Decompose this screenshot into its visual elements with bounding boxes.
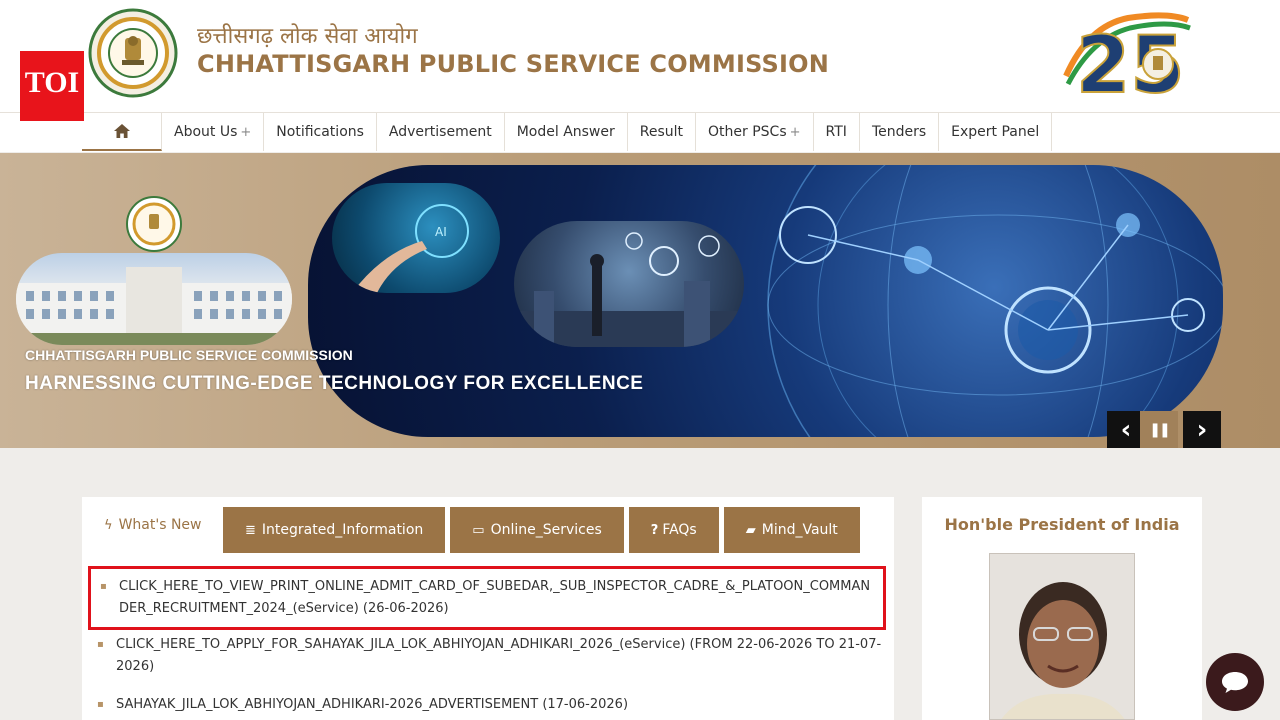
ai-hand-image: AI <box>332 183 500 293</box>
news-link[interactable]: SAHAYAK_JILA_LOK_ABHIYOJAN_ADHIKARI-2026… <box>116 697 628 712</box>
nav-label: Other PSCs <box>708 124 787 140</box>
tab-mind-vault[interactable]: ▰ Mind_Vault <box>723 507 860 553</box>
chevron-right-icon: › <box>1196 415 1208 445</box>
home-icon <box>113 124 130 138</box>
cgpsc-building-image <box>16 253 292 345</box>
nav-model-answer[interactable]: Model Answer <box>505 113 628 151</box>
banner-org-name: CHHATTISGARH PUBLIC SERVICE COMMISSION <box>25 347 353 363</box>
anniversary-25-logo: 25 <box>1058 6 1194 112</box>
nav-label: Result <box>639 124 684 140</box>
tab-label: What's New <box>118 517 202 533</box>
tab-whats-new[interactable]: ϟ What's New <box>82 497 218 553</box>
tab-label: FAQs <box>662 522 697 538</box>
bullet-icon: ▪ <box>100 581 107 592</box>
tab-online-services[interactable]: ▭ Online_Services <box>450 507 624 553</box>
nav-label: RTI <box>825 124 847 140</box>
news-link[interactable]: CLICK_HERE_TO_VIEW_PRINT_ONLINE_ADMIT_CA… <box>119 579 870 616</box>
nav-label: Notifications <box>276 124 364 140</box>
banner-tagline: HARNESSING CUTTING-EDGE TECHNOLOGY FOR E… <box>25 373 644 394</box>
toi-logo: TOI <box>20 51 84 121</box>
hindi-title: छत्तीसगढ़ लोक सेवा आयोग <box>197 24 418 49</box>
question-icon: ? <box>650 522 659 538</box>
nav-tenders[interactable]: Tenders <box>860 113 940 151</box>
database-icon: ≣ <box>245 522 256 538</box>
president-photo <box>989 553 1135 720</box>
main-nav: About Us + Notifications Advertisement Mo… <box>0 112 1280 152</box>
nav-expert-panel[interactable]: Expert Panel <box>939 113 1053 151</box>
tab-label: Mind_Vault <box>761 522 838 538</box>
english-title: CHHATTISGARH PUBLIC SERVICE COMMISSION <box>197 50 830 78</box>
news-item[interactable]: ▪ CLICK_HERE_TO_APPLY_FOR_SAHAYAK_JILA_L… <box>88 634 886 678</box>
chat-button[interactable] <box>1206 653 1264 711</box>
nav-label: Expert Panel <box>951 124 1040 140</box>
nav-label: Advertisement <box>388 124 492 140</box>
info-tabs: ϟ What's New ≣ Integrated_Information ▭ … <box>82 497 865 553</box>
nav-result[interactable]: Result <box>628 113 697 151</box>
tab-label: Online_Services <box>490 522 602 538</box>
nav-advertisement[interactable]: Advertisement <box>377 113 505 151</box>
bullet-icon: ▪ <box>97 699 104 710</box>
news-item-highlighted[interactable]: ▪ CLICK_HERE_TO_VIEW_PRINT_ONLINE_ADMIT_… <box>88 566 886 630</box>
news-item[interactable]: ▪ SAHAYAK_JILA_LOK_ABHIYOJAN_ADHIKARI-20… <box>88 694 886 716</box>
president-title: Hon'ble President of India <box>944 515 1180 534</box>
cgpsc-emblem-logo[interactable] <box>88 8 178 98</box>
president-panel: Hon'ble President of India <box>922 497 1202 720</box>
ai-label: AI <box>435 225 447 239</box>
nav-notifications[interactable]: Notifications <box>264 113 377 151</box>
nav-label: Model Answer <box>516 124 615 140</box>
banner-emblem-logo <box>125 196 183 252</box>
nav-label: Tenders <box>871 124 927 140</box>
city-person-image <box>514 221 744 347</box>
tab-integrated-information[interactable]: ≣ Integrated_Information <box>223 507 446 553</box>
book-icon: ▰ <box>745 522 756 538</box>
nav-home[interactable] <box>82 113 162 151</box>
news-link[interactable]: CLICK_HERE_TO_APPLY_FOR_SAHAYAK_JILA_LOK… <box>116 637 881 674</box>
slider-next-button[interactable]: › <box>1183 411 1221 448</box>
pause-icon: ❚❚ <box>1149 422 1171 438</box>
bolt-icon: ϟ <box>104 517 113 533</box>
hero-banner-slider[interactable]: AI CHHATTISGARH PUBLIC SERVICE COMMISSIO… <box>0 153 1280 448</box>
nav-about-us[interactable]: About Us + <box>162 113 265 151</box>
site-header: छत्तीसगढ़ लोक सेवा आयोग CHHATTISGARH PUB… <box>0 0 1280 112</box>
nav-rti[interactable]: RTI <box>814 113 860 151</box>
tab-label: Integrated_Information <box>261 522 424 538</box>
submenu-plus-icon: + <box>240 124 252 140</box>
tab-faqs[interactable]: ? FAQs <box>628 507 719 553</box>
laptop-icon: ▭ <box>472 522 485 538</box>
bullet-icon: ▪ <box>97 639 104 650</box>
chat-icon <box>1222 672 1248 693</box>
submenu-plus-icon: + <box>789 124 801 140</box>
chevron-left-icon: ‹ <box>1120 415 1132 445</box>
slider-pause-button[interactable]: ❚❚ <box>1140 411 1178 448</box>
nav-label: About Us <box>174 124 238 140</box>
nav-other-pscs[interactable]: Other PSCs + <box>696 113 814 151</box>
